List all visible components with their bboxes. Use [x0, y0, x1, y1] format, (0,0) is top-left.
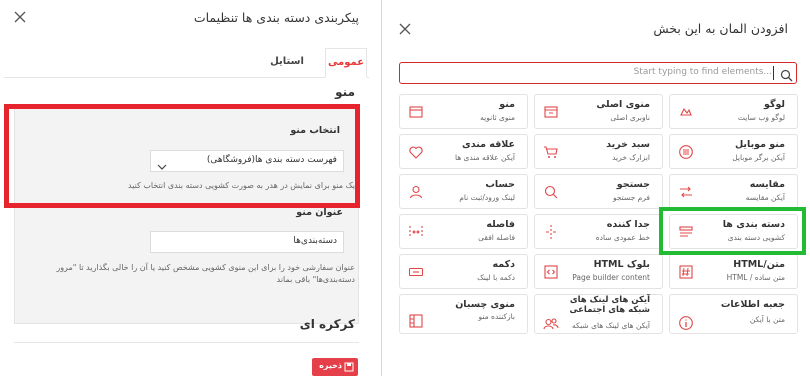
section-divider	[14, 342, 359, 343]
element-card-account[interactable]: حساب لینک ورود/ثبت نام	[399, 174, 528, 209]
red-highlight-box	[4, 104, 360, 208]
button-icon	[408, 264, 424, 280]
element-title: جستجو	[616, 179, 650, 190]
element-title: مقایسه	[749, 179, 785, 190]
element-subtitle: ناوبری اصلی	[610, 113, 650, 122]
text-caret	[773, 66, 774, 80]
element-card-mobile-menu[interactable]: منو موبایل آیکن برگر موبایل	[669, 134, 798, 169]
element-card-info-box[interactable]: جعبه اطلاعات متن با آیکن	[669, 294, 798, 334]
element-title: متن/HTML	[733, 259, 785, 270]
cart-icon	[543, 144, 559, 160]
save-label: ذخیره	[319, 361, 342, 370]
sticky-menu-icon	[408, 313, 424, 329]
main-menu-icon	[543, 104, 559, 120]
element-title: آیکن های لینک های شبکه های اجتماعی	[569, 295, 650, 315]
menu-title-input[interactable]: دسته‌بندی‌ها	[150, 231, 344, 253]
element-card-wishlist[interactable]: علاقه مندی آیکن علاقه مندی ها	[399, 134, 528, 169]
text-html-icon	[678, 264, 694, 280]
element-title: جدا کننده	[606, 219, 650, 230]
element-subtitle: خط عمودی ساده	[595, 233, 650, 242]
search-icon	[543, 184, 559, 200]
settings-tabs: عمومی استایل	[4, 40, 369, 78]
menu-title-help: عنوان سفارشی خود را برای این منوی کشویی …	[56, 263, 355, 284]
html-block-icon	[543, 264, 559, 280]
compare-icon	[678, 184, 694, 200]
element-card-text-html[interactable]: متن/HTML متن ساده / HTML	[669, 254, 798, 289]
element-card-button[interactable]: دکمه دکمه با لینک	[399, 254, 528, 289]
element-card-sticky-menu[interactable]: منوی چسبان بازکننده منو	[399, 294, 528, 334]
green-highlight-box	[659, 207, 806, 255]
divider-icon	[543, 224, 559, 240]
element-subtitle: متن با آیکن	[749, 315, 785, 324]
info-icon	[678, 315, 694, 331]
search-icon[interactable]	[780, 67, 793, 82]
element-subtitle: آیکن مقایسه	[745, 193, 785, 202]
mobile-menu-icon	[678, 144, 694, 160]
tab-style[interactable]: استایل	[267, 48, 307, 78]
element-subtitle: بازکننده منو	[478, 312, 516, 321]
element-title: جعبه اطلاعات	[720, 299, 785, 310]
element-title: لوگو	[763, 99, 785, 110]
element-title: منو موبایل	[734, 139, 785, 150]
user-icon	[408, 184, 424, 200]
heart-icon	[408, 144, 424, 160]
element-card-html-block[interactable]: بلوک HTML Page builder content	[534, 254, 663, 289]
element-subtitle: متن ساده / HTML	[726, 273, 785, 282]
element-title: سبد خرید	[606, 139, 650, 150]
element-subtitle: فرم جستجو	[612, 193, 650, 202]
element-subtitle: آیکن علاقه مندی ها	[454, 153, 515, 162]
element-subtitle: لینک ورود/ثبت نام	[459, 193, 515, 202]
add-element-title: افزودن المان به این بخش	[653, 21, 788, 36]
element-title: بلوک HTML	[593, 259, 650, 270]
menu-title-label: عنوان منو	[296, 207, 343, 218]
close-icon[interactable]	[397, 21, 413, 37]
element-card-cart[interactable]: سبد خرید ابزارک خرید	[534, 134, 663, 169]
settings-title: پیکربندی دسته بندی ها تنظیمات	[193, 10, 359, 25]
element-subtitle: فاصله افقی	[478, 233, 515, 242]
element-card-spacer[interactable]: فاصله فاصله افقی	[399, 214, 528, 249]
element-card-search[interactable]: جستجو فرم جستجو	[534, 174, 663, 209]
element-title: علاقه مندی	[462, 139, 515, 150]
element-subtitle: Page builder content	[572, 273, 650, 282]
hamburger-section-title: کرکره ای	[299, 317, 355, 331]
element-card-logo[interactable]: لوگو لوگو وب سایت	[669, 94, 798, 129]
element-card-main-menu[interactable]: منوی اصلی ناوبری اصلی	[534, 94, 663, 129]
element-subtitle: آیکن های لینک های شبکه	[571, 321, 650, 330]
element-title: منوی اصلی	[596, 99, 650, 110]
element-title: دکمه	[492, 259, 515, 270]
element-search-input[interactable]: Start typing to find elements...	[399, 62, 797, 84]
element-title: حساب	[485, 179, 515, 190]
element-card-compare[interactable]: مقایسه آیکن مقایسه	[669, 174, 798, 209]
save-button[interactable]: ذخیره	[312, 358, 358, 376]
element-title: فاصله	[486, 219, 515, 230]
social-icon	[543, 315, 559, 331]
search-placeholder: Start typing to find elements...	[633, 67, 772, 77]
logo-icon	[678, 104, 694, 120]
element-title: منو	[499, 99, 515, 110]
element-subtitle: لوگو وب سایت	[737, 113, 785, 122]
element-card-menu[interactable]: منو منوی ثانویه	[399, 94, 528, 129]
element-subtitle: دکمه با لینک	[477, 273, 515, 282]
menu-title-value: دسته‌بندی‌ها	[293, 236, 337, 246]
element-card-divider[interactable]: جدا کننده خط عمودی ساده	[534, 214, 663, 249]
element-card-social[interactable]: آیکن های لینک های شبکه های اجتماعی آیکن …	[534, 294, 663, 334]
close-icon[interactable]	[12, 9, 28, 25]
element-subtitle: آیکن برگر موبایل	[732, 153, 785, 162]
panel-separator	[381, 0, 382, 376]
element-subtitle: منوی ثانویه	[480, 113, 515, 122]
spacer-icon	[408, 224, 424, 240]
save-icon	[344, 362, 354, 372]
element-title: منوی چسبان	[455, 299, 515, 310]
settings-panel: پیکربندی دسته بندی ها تنظیمات عمومی استا…	[0, 0, 373, 376]
element-subtitle: ابزارک خرید	[612, 153, 650, 162]
menu-icon	[408, 104, 424, 120]
menu-section-title: منو	[335, 85, 355, 99]
settings-header: پیکربندی دسته بندی ها تنظیمات	[0, 0, 373, 38]
tab-general[interactable]: عمومی	[325, 48, 367, 78]
